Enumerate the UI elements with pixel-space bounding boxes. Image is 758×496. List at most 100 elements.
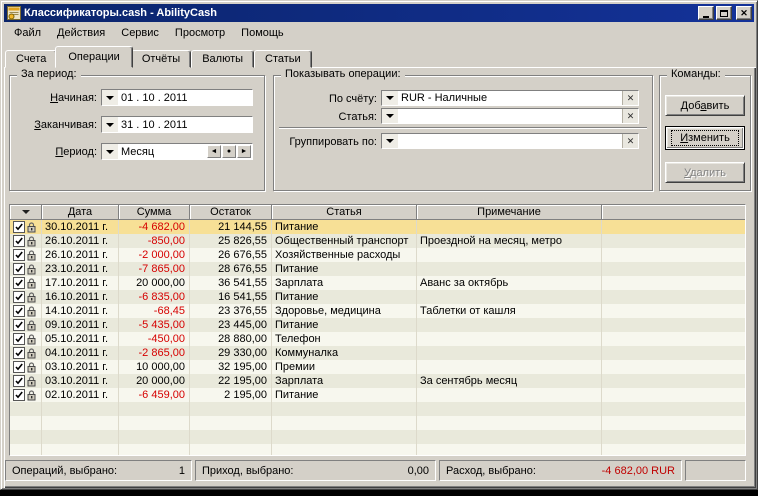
- edit-button[interactable]: Изменить: [665, 126, 745, 150]
- group-by-field[interactable]: ✕: [381, 133, 639, 149]
- start-date-label: Начиная:: [50, 92, 97, 104]
- row-flags-cell: [10, 276, 42, 290]
- tab-categories[interactable]: Статьи: [254, 50, 312, 68]
- row-checkbox[interactable]: [13, 375, 25, 387]
- filter-column-header[interactable]: [10, 205, 42, 220]
- check-icon: [15, 251, 23, 259]
- tab-operations[interactable]: Операции: [55, 46, 133, 68]
- check-icon: [15, 265, 23, 273]
- end-date-label: Заканчивая:: [34, 119, 97, 131]
- row-checkbox[interactable]: [13, 291, 25, 303]
- balance-cell: 36 541,55: [190, 276, 272, 290]
- chevron-down-icon[interactable]: [382, 91, 398, 105]
- menu-item-service[interactable]: Сервис: [113, 25, 167, 41]
- empty-cell: [602, 304, 745, 318]
- delete-button-label: Удалить: [683, 166, 726, 179]
- clear-group-by-icon[interactable]: ✕: [622, 134, 638, 148]
- commands-group-title: Команды:: [667, 68, 725, 80]
- category-field[interactable]: ✕: [381, 108, 639, 124]
- account-field[interactable]: RUR - Наличные ✕: [381, 90, 639, 106]
- period-spinner: ◄ ● ►: [206, 145, 251, 158]
- row-checkbox[interactable]: [13, 263, 25, 275]
- date-cell: 14.10.2011 г.: [42, 304, 119, 318]
- balance-cell: 2 195,00: [190, 388, 272, 402]
- row-checkbox[interactable]: [13, 361, 25, 373]
- tab-accounts[interactable]: Счета: [5, 50, 58, 68]
- row-flags-cell: [10, 388, 42, 402]
- table-row[interactable]: 09.10.2011 г. -5 435,00 23 445,00 Питание: [10, 318, 745, 332]
- chevron-down-icon[interactable]: [102, 117, 118, 132]
- date-cell: 30.10.2011 г.: [42, 220, 119, 234]
- menu-item-help[interactable]: Помощь: [233, 25, 292, 41]
- row-checkbox[interactable]: [13, 221, 25, 233]
- start-date-field[interactable]: 01 . 10 . 2011: [101, 89, 253, 106]
- table-row[interactable]: 16.10.2011 г. -6 835,00 16 541,55 Питание: [10, 290, 745, 304]
- add-button[interactable]: Добавить: [665, 95, 745, 116]
- category-cell: Питание: [272, 262, 417, 276]
- column-header-sum[interactable]: Сумма: [119, 205, 190, 220]
- table-row[interactable]: 05.10.2011 г. -450,00 28 880,00 Телефон: [10, 332, 745, 346]
- note-cell: За сентябрь месяц: [417, 374, 602, 388]
- status-panel-empty: [685, 460, 746, 481]
- sum-cell: -450,00: [119, 332, 190, 346]
- status-income-value: 0,00: [407, 464, 429, 477]
- row-checkbox[interactable]: [13, 347, 25, 359]
- row-checkbox[interactable]: [13, 277, 25, 289]
- row-checkbox[interactable]: [13, 333, 25, 345]
- table-row[interactable]: 26.10.2011 г. -2 000,00 26 676,55 Хозяйстве…: [10, 248, 745, 262]
- chevron-down-icon[interactable]: [382, 134, 398, 148]
- check-icon: [15, 321, 23, 329]
- table-row[interactable]: 03.10.2011 г. 20 000,00 22 195,00 Зарплата З…: [10, 374, 745, 388]
- menu-item-view[interactable]: Просмотр: [167, 25, 233, 41]
- empty-cell: [602, 374, 745, 388]
- row-checkbox[interactable]: [13, 249, 25, 261]
- end-date-field[interactable]: 31 . 10 . 2011: [101, 116, 253, 133]
- title-bar[interactable]: Классификаторы.cash - AbilityCash ✕: [4, 4, 754, 22]
- table-row[interactable]: 23.10.2011 г. -7 865,00 28 676,55 Питание: [10, 262, 745, 276]
- period-field[interactable]: Месяц ◄ ● ►: [101, 143, 253, 160]
- table-row[interactable]: 26.10.2011 г. -850,00 25 826,55 Общественны…: [10, 234, 745, 248]
- table-row[interactable]: 17.10.2011 г. 20 000,00 36 541,55 Зарплата А…: [10, 276, 745, 290]
- period-prev-button[interactable]: ◄: [207, 145, 221, 158]
- tab-reports[interactable]: Отчёты: [130, 50, 192, 68]
- table-row[interactable]: 30.10.2011 г. -4 682,00 21 144,55 Питание: [10, 220, 745, 234]
- category-cell: Общественный транспорт: [272, 234, 417, 248]
- table-row[interactable]: 04.10.2011 г. -2 865,00 29 330,00 Коммуналк…: [10, 346, 745, 360]
- table-row[interactable]: 03.10.2011 г. 10 000,00 32 195,00 Премии: [10, 360, 745, 374]
- row-checkbox[interactable]: [13, 319, 25, 331]
- period-current-button[interactable]: ●: [222, 145, 236, 158]
- table-row[interactable]: 02.10.2011 г. -6 459,00 2 195,00 Питание: [10, 388, 745, 402]
- clear-category-icon[interactable]: ✕: [622, 109, 638, 123]
- maximize-button[interactable]: [716, 6, 732, 20]
- row-checkbox[interactable]: [13, 305, 25, 317]
- empty-cell: [602, 332, 745, 346]
- column-header-note[interactable]: Примечание: [417, 205, 602, 220]
- sum-cell: -6 459,00: [119, 388, 190, 402]
- minimize-button[interactable]: [698, 6, 714, 20]
- status-panel-income: Приход, выбрано: 0,00: [195, 460, 436, 481]
- tab-currencies[interactable]: Валюты: [191, 50, 255, 68]
- date-cell: 23.10.2011 г.: [42, 262, 119, 276]
- status-expense-label: Расход, выбрано:: [446, 464, 536, 477]
- menu-item-actions[interactable]: Действия: [49, 25, 113, 41]
- chevron-down-icon[interactable]: [382, 109, 398, 123]
- table-row[interactable]: 14.10.2011 г. -68,45 23 376,55 Здоровье, ме…: [10, 304, 745, 318]
- column-header-balance[interactable]: Остаток: [190, 205, 272, 220]
- chevron-down-icon[interactable]: [102, 90, 118, 105]
- period-next-button[interactable]: ►: [237, 145, 251, 158]
- column-header-empty: [602, 205, 745, 220]
- app-icon: [7, 6, 21, 20]
- operations-table[interactable]: Дата Сумма Остаток Статья Примечание 30.…: [9, 204, 746, 456]
- row-checkbox[interactable]: [13, 389, 25, 401]
- menu-item-file[interactable]: Файл: [6, 25, 49, 41]
- clear-account-icon[interactable]: ✕: [622, 91, 638, 105]
- column-header-date[interactable]: Дата: [42, 205, 119, 220]
- close-button[interactable]: ✕: [736, 6, 752, 20]
- row-checkbox[interactable]: [13, 235, 25, 247]
- chevron-down-icon[interactable]: [102, 144, 118, 159]
- column-header-category[interactable]: Статья: [272, 205, 417, 220]
- status-income-label: Приход, выбрано:: [202, 464, 294, 477]
- status-operations-value: 1: [178, 464, 185, 477]
- balance-cell: 21 144,55: [190, 220, 272, 234]
- add-button-label: Добавить: [680, 99, 730, 112]
